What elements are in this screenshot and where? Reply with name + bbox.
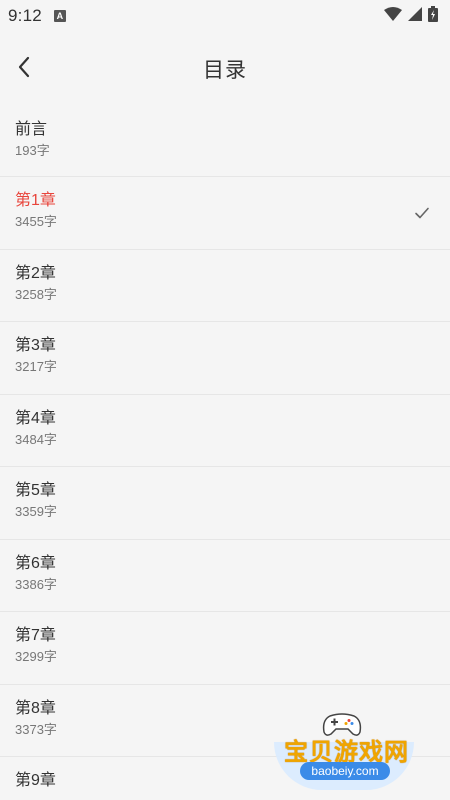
chapter-word-count: 3455字 xyxy=(15,214,57,229)
chapter-title: 第4章 xyxy=(15,409,56,427)
chapter-title: 第2章 xyxy=(15,264,56,282)
status-bar: 9:12 A xyxy=(0,0,450,32)
toolbar: 目录 xyxy=(0,32,450,106)
chapter-title: 第5章 xyxy=(15,482,56,499)
status-left: 9:12 A xyxy=(8,6,66,26)
chapter-title: 第8章 xyxy=(15,699,56,717)
chapter-title: 前言 xyxy=(15,121,48,138)
chapter-word-count: 193字 xyxy=(15,143,50,158)
chapter-item-preface[interactable]: 前言 193字 xyxy=(0,106,450,177)
chapter-word-count: 3359字 xyxy=(15,504,57,519)
battery-icon xyxy=(428,5,438,27)
chapter-word-count: 3484字 xyxy=(15,431,57,447)
chapter-word-count: 3386字 xyxy=(15,576,57,592)
chevron-left-icon xyxy=(17,56,31,83)
chapter-title: 第6章 xyxy=(15,554,56,572)
wifi-icon xyxy=(384,6,402,26)
chapter-item-7[interactable]: 第7章 3299字 xyxy=(0,612,450,685)
chapter-title: 第7章 xyxy=(15,627,56,644)
chapter-title: 第1章 xyxy=(15,192,56,209)
chapter-list: 前言 193字 第1章 3455字 第2章 3258字 第3章 3217字 第4… xyxy=(0,106,450,800)
screen: 9:12 A 目录 前言 193字 第1章 3455字 第2章 3258字 第3… xyxy=(0,0,450,800)
back-button[interactable] xyxy=(10,55,38,83)
notification-a-icon: A xyxy=(53,10,66,22)
chapter-item-9[interactable]: 第9章 xyxy=(0,757,450,800)
status-icons xyxy=(384,5,438,27)
chapter-item-8[interactable]: 第8章 3373字 xyxy=(0,685,450,757)
chapter-item-2[interactable]: 第2章 3258字 xyxy=(0,250,450,322)
chapter-item-5[interactable]: 第5章 3359字 xyxy=(0,467,450,540)
page-title: 目录 xyxy=(203,59,247,82)
chapter-item-4[interactable]: 第4章 3484字 xyxy=(0,395,450,467)
chapter-word-count: 3299字 xyxy=(15,649,57,664)
chapter-title: 第9章 xyxy=(15,772,56,789)
chapter-word-count: 3217字 xyxy=(15,359,57,374)
status-time: 9:12 xyxy=(8,6,42,25)
chapter-item-1[interactable]: 第1章 3455字 xyxy=(0,177,450,250)
chapter-item-6[interactable]: 第6章 3386字 xyxy=(0,540,450,612)
chapter-word-count: 3373字 xyxy=(15,721,57,737)
chapter-word-count: 3258字 xyxy=(15,286,57,302)
chapter-item-3[interactable]: 第3章 3217字 xyxy=(0,322,450,395)
chapter-title: 第3章 xyxy=(15,337,56,354)
checkmark-icon xyxy=(414,205,430,221)
signal-icon xyxy=(408,6,422,26)
